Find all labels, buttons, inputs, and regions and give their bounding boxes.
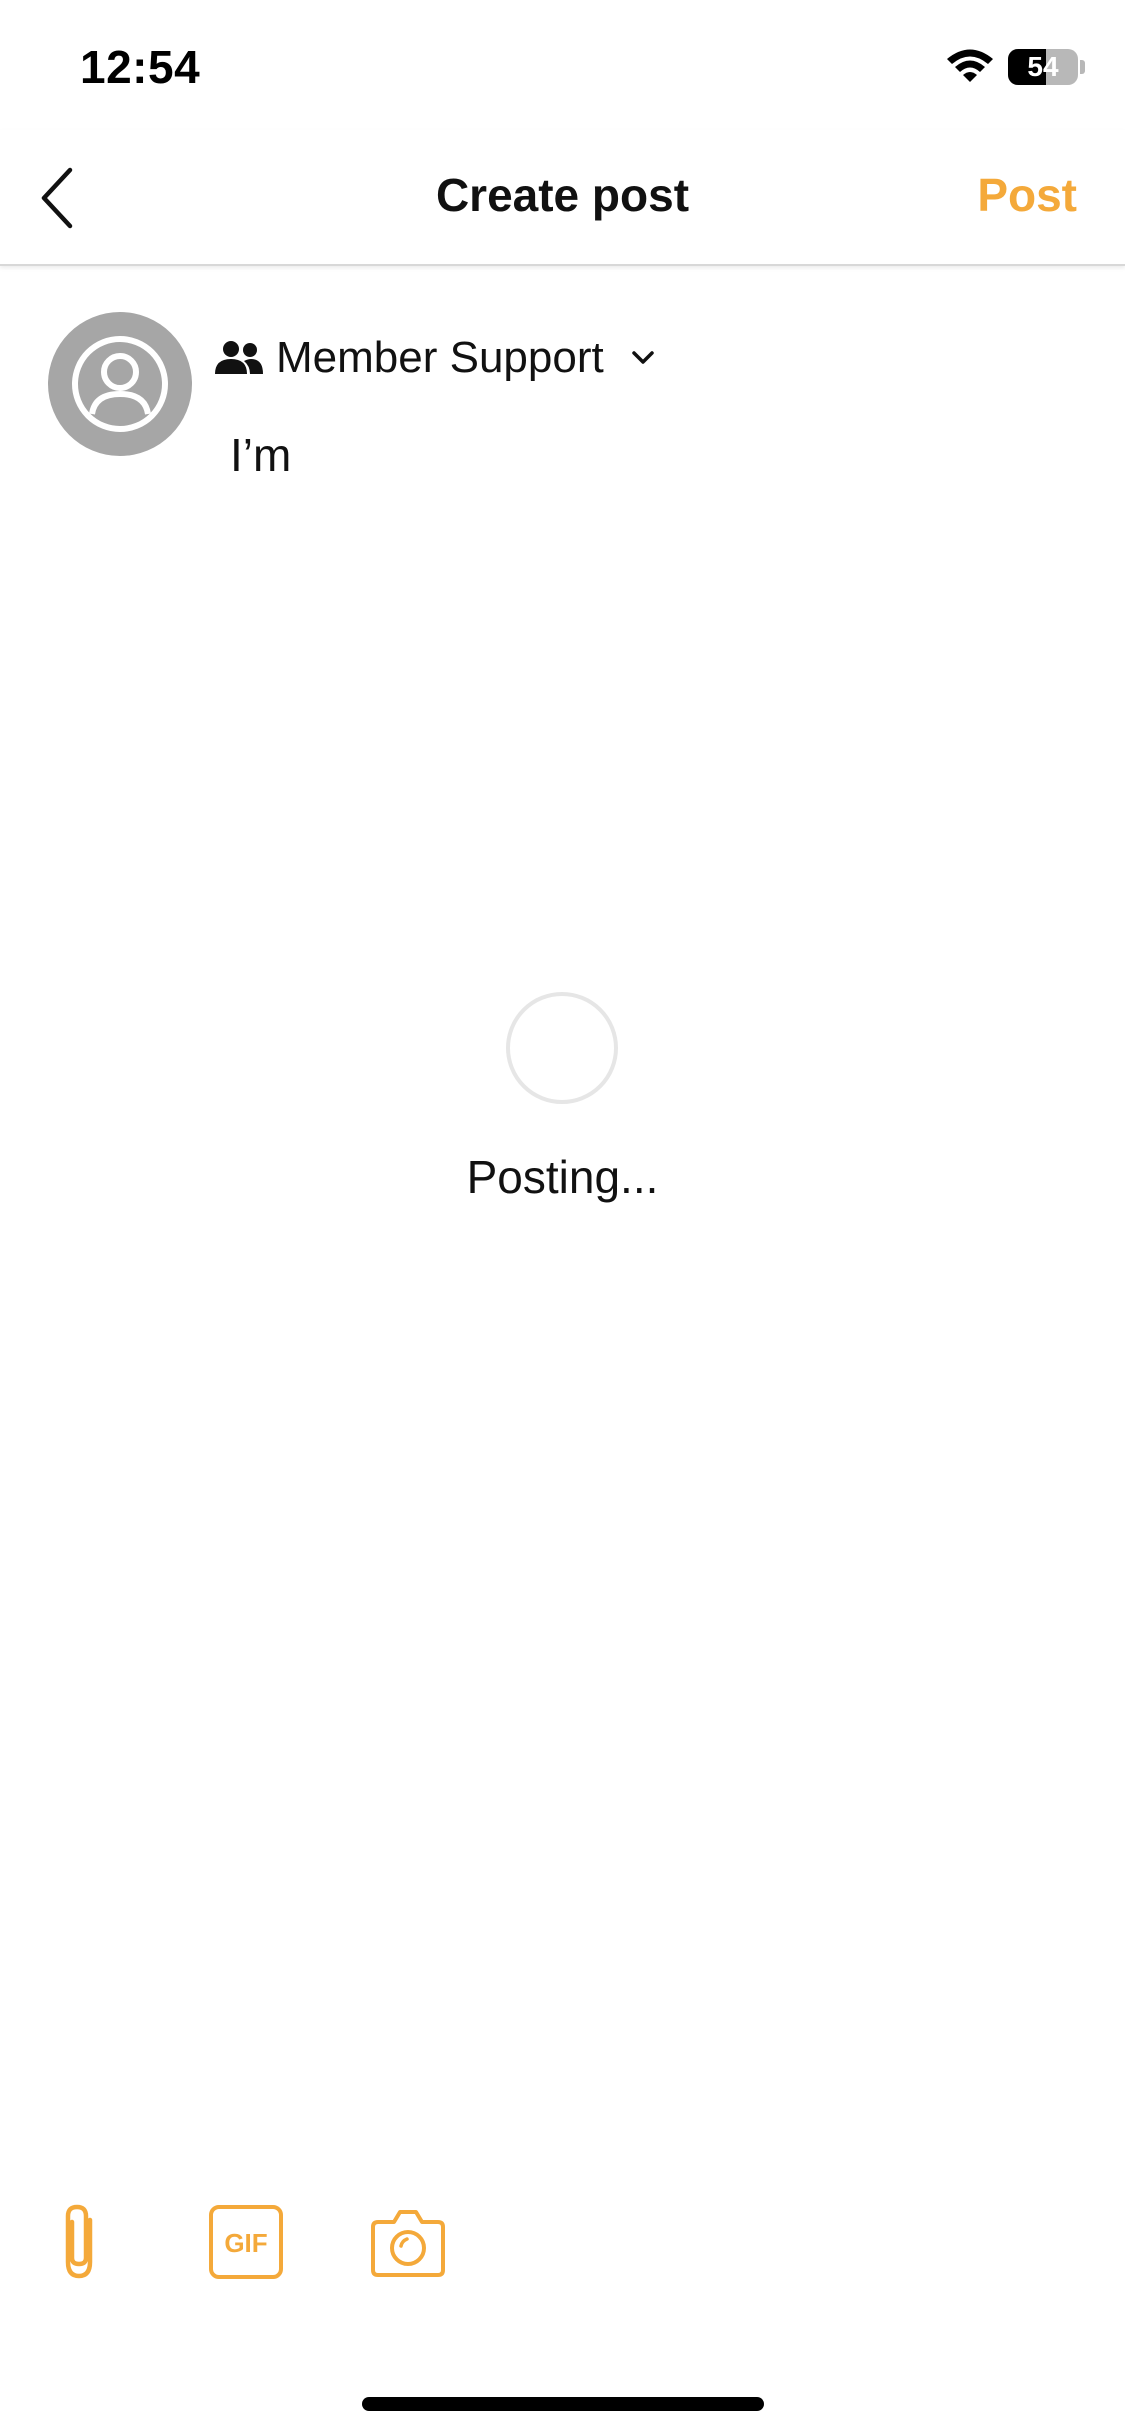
battery-indicator: 54 (1008, 49, 1078, 85)
attach-icon[interactable] (56, 2202, 108, 2282)
wifi-icon (947, 49, 993, 82)
post-text-input[interactable]: I’m (230, 428, 291, 482)
loading-spinner (506, 992, 618, 1104)
home-indicator (362, 2397, 764, 2411)
camera-icon[interactable] (370, 2204, 446, 2280)
battery-nub (1080, 60, 1085, 74)
avatar[interactable] (48, 312, 192, 456)
audience-selector[interactable]: Member Support (214, 330, 656, 386)
page-title: Create post (435, 169, 690, 221)
group-icon (215, 341, 263, 374)
posting-status: Posting... (466, 1151, 659, 1203)
battery-level: 54 (1027, 51, 1059, 82)
gif-icon[interactable]: GIF (208, 2204, 284, 2280)
gif-label: GIF (224, 2228, 267, 2258)
nav-bar: Create post Post (0, 130, 1125, 266)
post-button[interactable]: Post (977, 168, 1077, 222)
audience-label: Member Support (276, 333, 604, 382)
status-time: 12:54 (80, 41, 201, 93)
status-bar: 12:54 54 (0, 0, 1125, 130)
user-avatar-icon (72, 336, 168, 432)
gif-frame-icon: GIF (209, 2205, 283, 2279)
chevron-down-icon (631, 351, 654, 364)
